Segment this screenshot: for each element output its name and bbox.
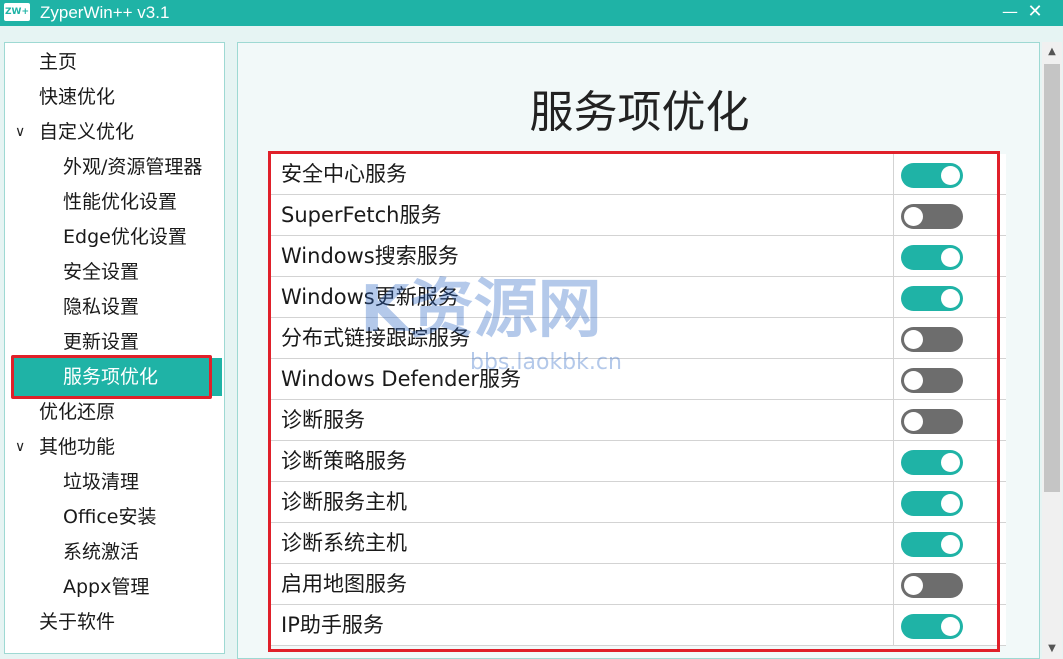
sidebar-item-restore[interactable]: 优化还原 [39,397,115,427]
sidebar-item-update[interactable]: 更新设置 [63,327,139,357]
close-button[interactable]: ✕ [1020,0,1050,26]
sidebar-item-home[interactable]: 主页 [39,47,77,77]
chevron-down-icon[interactable]: ∨ [15,117,31,147]
sidebar-item-custom-optimize[interactable]: 自定义优化 [39,117,134,147]
sidebar-item-privacy[interactable]: 隐私设置 [63,292,139,322]
app-icon: ZW+ [4,3,30,21]
chevron-down-icon[interactable]: ∨ [15,432,31,462]
scroll-down-icon[interactable]: ▼ [1042,639,1062,659]
scrollbar-thumb[interactable] [1044,64,1060,492]
sidebar-item-about[interactable]: 关于软件 [39,607,115,637]
scroll-up-icon[interactable]: ▲ [1042,42,1062,62]
title-bar: ZW+ ZyperWin++ v3.1 — ✕ [0,0,1063,26]
sidebar-item-office[interactable]: Office安装 [63,502,156,532]
sidebar-item-other-features[interactable]: 其他功能 [39,432,115,462]
sidebar-item-appearance[interactable]: 外观/资源管理器 [63,152,202,182]
sidebar-item-cleanup[interactable]: 垃圾清理 [63,467,139,497]
sidebar-item-activation[interactable]: 系统激活 [63,537,139,567]
sidebar-nav: 主页 快速优化 ∨ 自定义优化 外观/资源管理器 性能优化设置 Edge优化设置… [4,42,225,654]
sidebar-item-performance[interactable]: 性能优化设置 [63,187,177,217]
sidebar-item-security[interactable]: 安全设置 [63,257,139,287]
page-title: 服务项优化 [529,87,750,138]
highlight-box-sidebar [11,355,212,399]
sidebar-item-edge[interactable]: Edge优化设置 [63,222,187,252]
highlight-box-services [268,151,1000,652]
sidebar-item-appx[interactable]: Appx管理 [63,572,149,602]
window-title: ZyperWin++ v3.1 [40,3,170,22]
sidebar-item-quick-optimize[interactable]: 快速优化 [39,82,115,112]
scrollbar[interactable]: ▲ ▼ [1042,42,1062,659]
